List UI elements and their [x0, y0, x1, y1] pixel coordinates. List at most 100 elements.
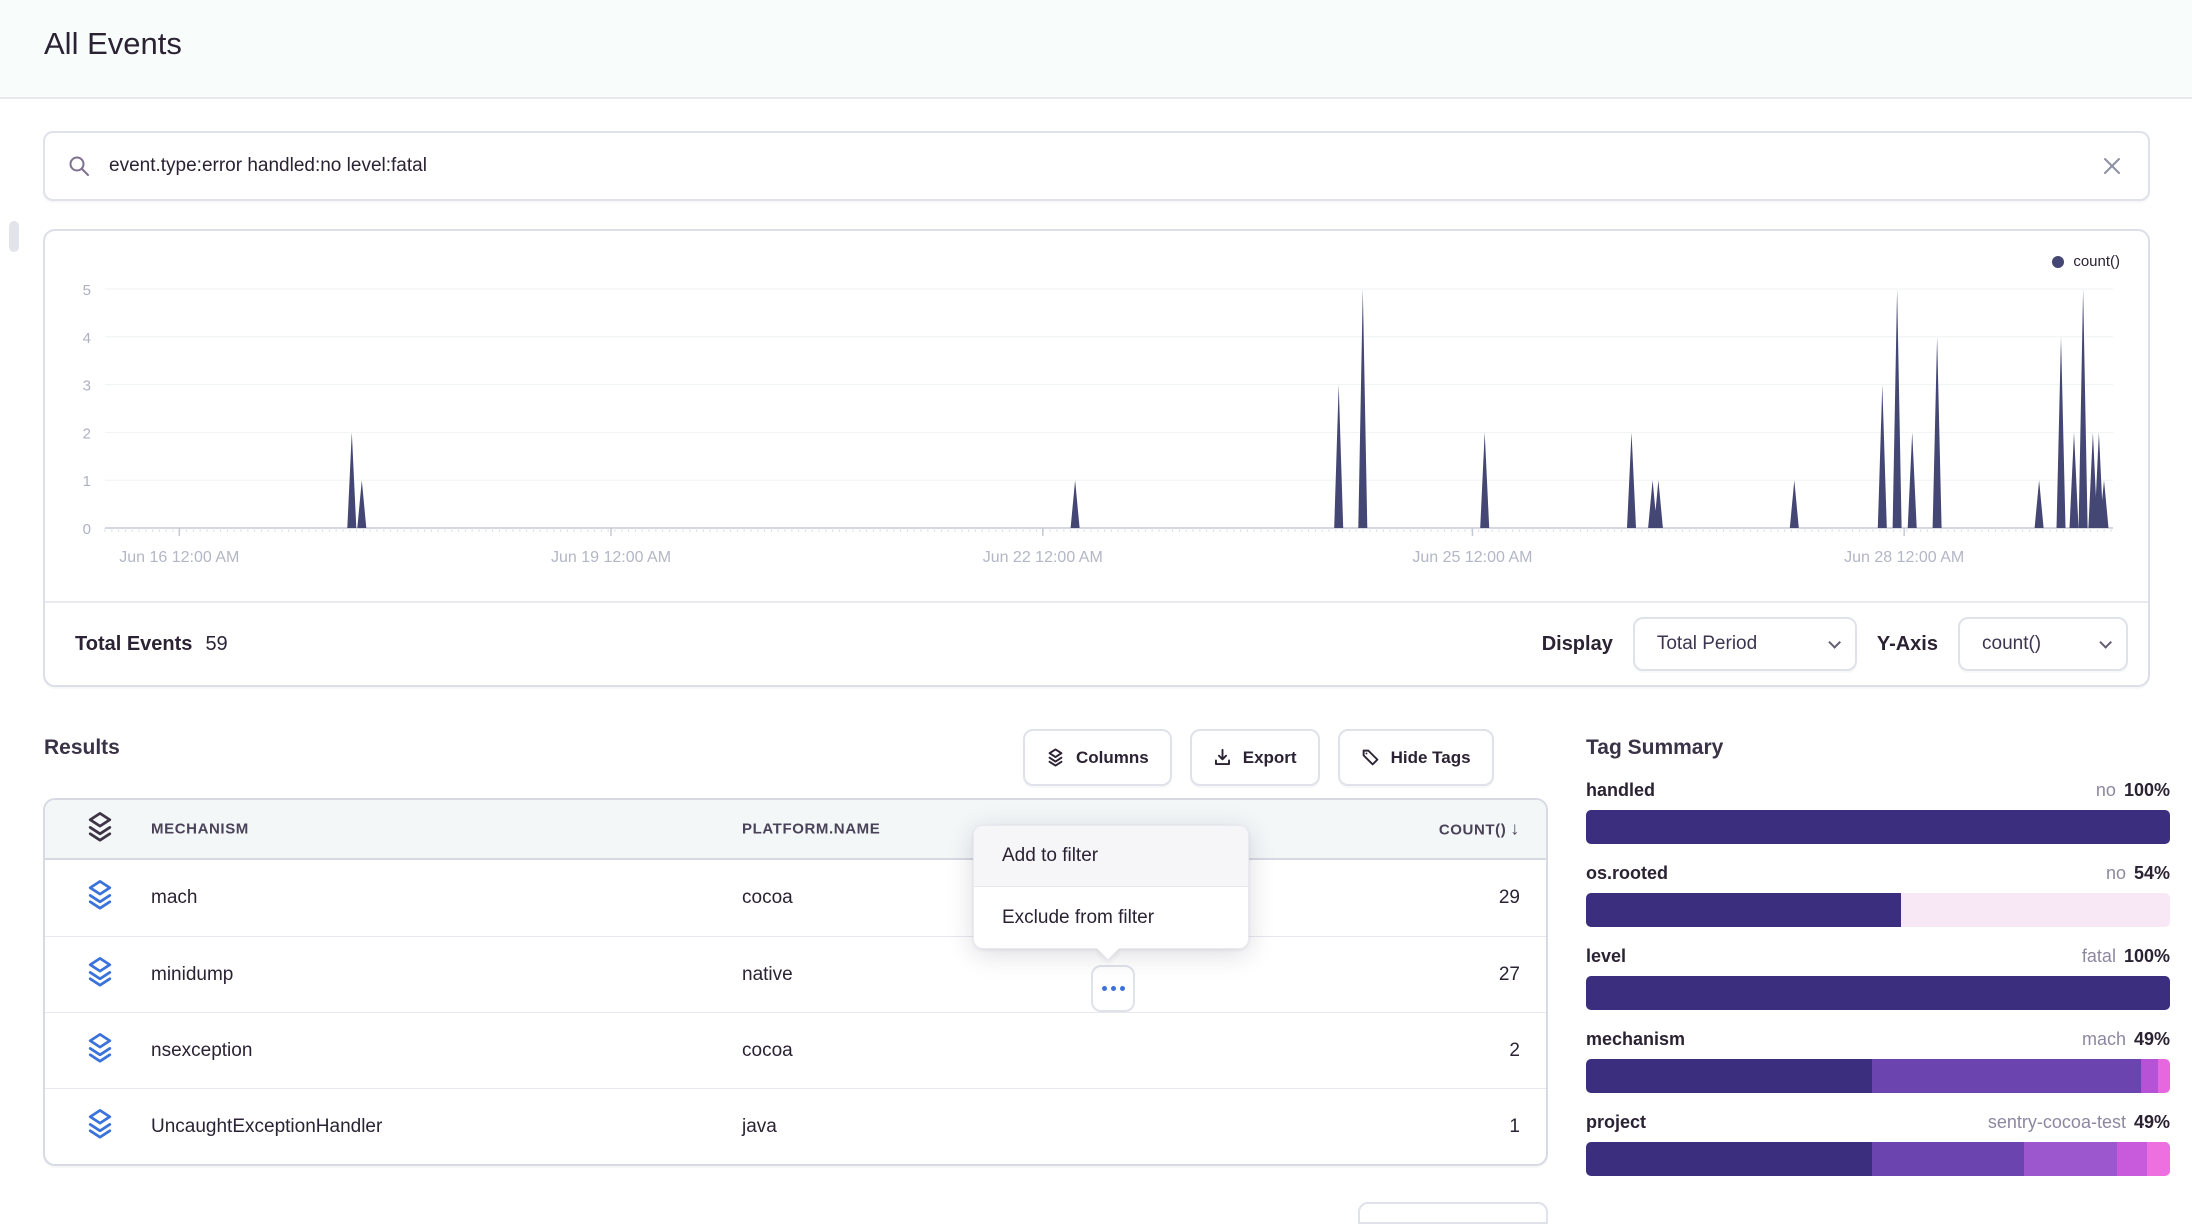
cell-mechanism[interactable]: nsexception — [151, 1040, 252, 1062]
tag-distribution-bar[interactable] — [1586, 1059, 2170, 1093]
cell-platform[interactable]: native — [742, 964, 793, 986]
cell-count[interactable]: 27 — [1499, 964, 1520, 986]
svg-text:5: 5 — [83, 282, 91, 299]
chevron-down-icon — [1828, 636, 1841, 649]
tag-name: handled — [1586, 780, 1655, 801]
tag-top-value: mach — [2082, 1029, 2126, 1049]
svg-text:0: 0 — [83, 521, 91, 538]
tag-summary-row: mechanism mach49% — [1586, 1029, 2170, 1093]
chart-spike — [2035, 480, 2044, 528]
cell-mechanism[interactable]: minidump — [151, 964, 233, 986]
cell-count[interactable]: 29 — [1499, 887, 1520, 909]
tag-bar-segment[interactable] — [1586, 1059, 1872, 1093]
cell-platform[interactable]: java — [742, 1116, 777, 1138]
total-events-value: 59 — [205, 633, 227, 656]
yaxis-dropdown[interactable]: count() — [1958, 617, 2128, 671]
column-header-count[interactable]: COUNT()↓ — [1439, 819, 1520, 840]
page-title: All Events — [44, 26, 182, 62]
stack-icon — [83, 878, 117, 918]
results-table: MECHANISM PLATFORM.NAME COUNT()↓ mach co… — [43, 798, 1548, 1166]
table-row[interactable]: minidump native 27 — [45, 936, 1546, 1012]
tag-bar-segment[interactable] — [2024, 1142, 2117, 1176]
x-axis-tick-label: Jun 28 12:00 AM — [1844, 549, 1964, 566]
panel-drag-handle[interactable] — [9, 221, 19, 252]
column-header-platform[interactable]: PLATFORM.NAME — [742, 821, 880, 838]
tag-name: mechanism — [1586, 1029, 1685, 1050]
table-row[interactable]: mach cocoa 29 — [45, 860, 1546, 936]
export-button[interactable]: Export — [1190, 729, 1320, 786]
menu-item-add-to-filter[interactable]: Add to filter — [974, 826, 1248, 887]
cell-platform[interactable]: cocoa — [742, 887, 793, 909]
stack-icon — [1046, 748, 1065, 767]
tag-summary-row: project sentry-cocoa-test49% — [1586, 1112, 2170, 1176]
cell-actions-button[interactable] — [1091, 965, 1135, 1012]
cell-count[interactable]: 2 — [1509, 1040, 1520, 1062]
column-header-mechanism[interactable]: MECHANISM — [151, 821, 249, 838]
hide-tags-button-label: Hide Tags — [1391, 748, 1471, 768]
tag-name: level — [1586, 946, 1626, 967]
results-table-body: mach cocoa 29 minidump native 27 nsexcep… — [45, 860, 1546, 1164]
tag-bar-segment[interactable] — [2141, 1059, 2159, 1093]
cell-count[interactable]: 1 — [1509, 1116, 1520, 1138]
table-row[interactable]: UncaughtExceptionHandler java 1 — [45, 1088, 1546, 1164]
tag-name: os.rooted — [1586, 863, 1668, 884]
cell-platform[interactable]: cocoa — [742, 1040, 793, 1062]
tag-name: project — [1586, 1112, 1646, 1133]
tag-bar-segment[interactable] — [1872, 1142, 2024, 1176]
tag-distribution-bar[interactable] — [1586, 893, 2170, 927]
stack-column-icon[interactable] — [83, 810, 117, 848]
tag-summary-heading: Tag Summary — [1586, 736, 2170, 760]
table-row[interactable]: nsexception cocoa 2 — [45, 1012, 1546, 1088]
total-events-label: Total Events — [75, 633, 192, 656]
download-icon — [1213, 748, 1232, 767]
cell-context-menu: Add to filter Exclude from filter — [973, 825, 1249, 949]
tag-bar-segment[interactable] — [1586, 810, 2170, 844]
clear-search-button[interactable] — [2094, 148, 2130, 184]
tag-top-value: no — [2106, 863, 2126, 883]
display-dropdown[interactable]: Total Period — [1633, 617, 1857, 671]
tag-distribution-bar[interactable] — [1586, 1142, 2170, 1176]
cell-mechanism[interactable]: UncaughtExceptionHandler — [151, 1116, 382, 1138]
tag-percent: 100% — [2124, 946, 2170, 966]
x-axis-tick-label: Jun 25 12:00 AM — [1412, 549, 1532, 566]
chart-spike — [1071, 480, 1080, 528]
tag-bar-segment[interactable] — [2117, 1142, 2146, 1176]
events-time-series-chart[interactable]: 012345Jun 16 12:00 AMJun 19 12:00 AMJun … — [45, 231, 2148, 601]
tag-bar-segment[interactable] — [1872, 1059, 2141, 1093]
tag-bar-segment[interactable] — [1901, 893, 2170, 927]
tag-bar-segment[interactable] — [1586, 976, 2170, 1010]
tag-distribution-bar[interactable] — [1586, 810, 2170, 844]
search-input[interactable] — [107, 154, 2094, 178]
chart-spike — [1358, 289, 1367, 528]
svg-text:4: 4 — [83, 330, 91, 347]
ellipsis-icon — [1102, 986, 1107, 991]
tag-bar-segment[interactable] — [1586, 1142, 1872, 1176]
chart-spike — [1654, 480, 1663, 528]
legend-series-dot — [2052, 256, 2064, 268]
tag-bar-segment[interactable] — [2158, 1059, 2170, 1093]
count-header-label: COUNT() — [1439, 822, 1507, 839]
hide-tags-button[interactable]: Hide Tags — [1338, 729, 1494, 786]
tag-summary-row: handled no100% — [1586, 780, 2170, 844]
stack-icon — [83, 955, 117, 995]
columns-button[interactable]: Columns — [1023, 729, 1172, 786]
chart-legend: count() — [2052, 253, 2120, 270]
tag-bar-segment[interactable] — [1586, 893, 1901, 927]
stack-icon — [83, 1107, 117, 1147]
tag-percent: 54% — [2134, 863, 2170, 883]
tag-bar-segment[interactable] — [2147, 1142, 2170, 1176]
pagination-buttons[interactable] — [1358, 1202, 1548, 1224]
display-label: Display — [1542, 633, 1613, 656]
table-actions: Columns Export Hide Tags — [1023, 729, 1494, 786]
tag-distribution-bar[interactable] — [1586, 976, 2170, 1010]
yaxis-dropdown-value: count() — [1982, 633, 2041, 655]
tag-icon — [1361, 748, 1380, 767]
x-axis-tick-label: Jun 19 12:00 AM — [551, 549, 671, 566]
results-table-header: MECHANISM PLATFORM.NAME COUNT()↓ — [45, 800, 1546, 860]
tag-top-value: fatal — [2082, 946, 2116, 966]
cell-mechanism[interactable]: mach — [151, 887, 197, 909]
search-bar — [43, 131, 2150, 201]
tag-top-value: no — [2096, 780, 2116, 800]
yaxis-label: Y-Axis — [1877, 633, 1938, 656]
display-dropdown-value: Total Period — [1657, 633, 1757, 655]
